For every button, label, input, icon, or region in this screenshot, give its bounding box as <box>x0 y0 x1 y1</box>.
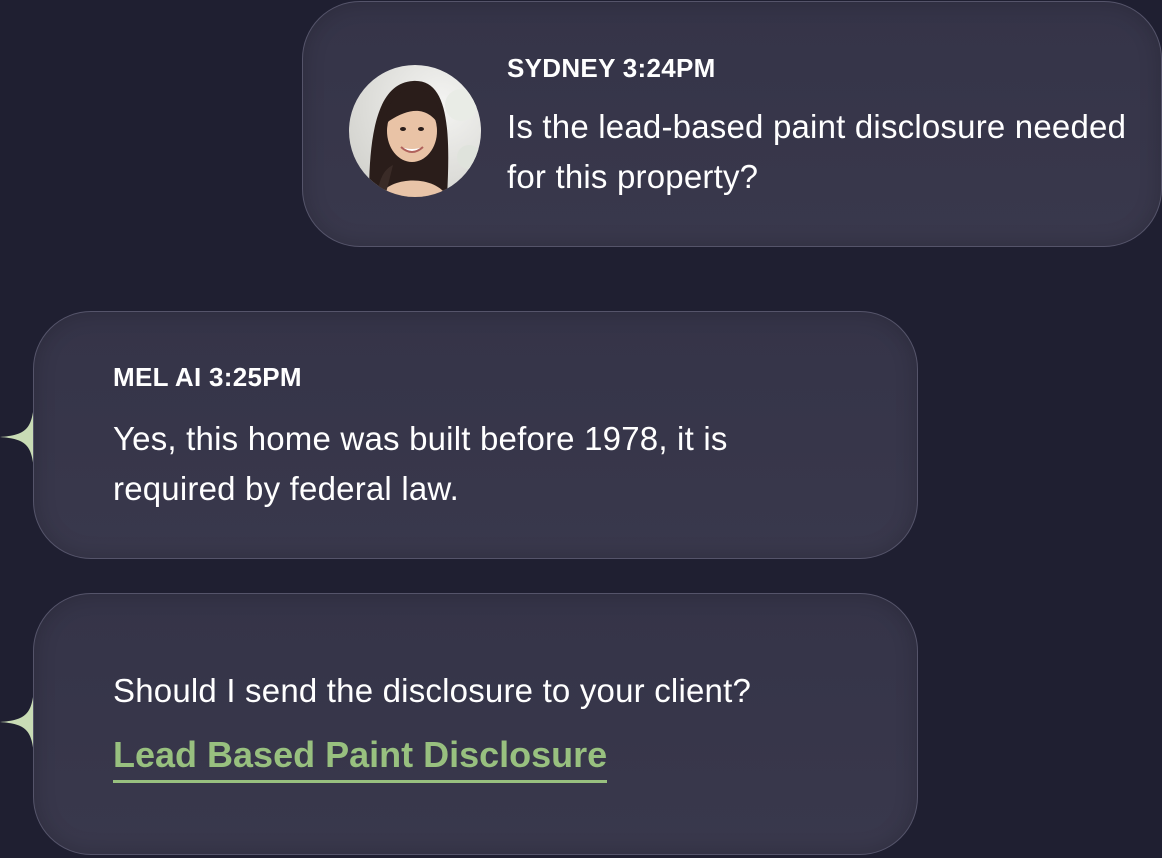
message-text-mel-ai: Yes, this home was built before 1978, it… <box>113 420 728 507</box>
message-text-sydney: Is the lead-based paint disclosure neede… <box>507 108 1127 195</box>
user-avatar <box>349 65 481 197</box>
user-message-bubble: SYDNEY 3:24PM Is the lead-based paint di… <box>302 1 1162 247</box>
ai-followup-bubble: Should I send the disclosure to your cli… <box>33 593 918 855</box>
ai-message-bubble: MEL AI 3:25PM Yes, this home was built b… <box>33 311 918 559</box>
disclosure-document-link[interactable]: Lead Based Paint Disclosure <box>113 734 608 783</box>
message-meta-mel-ai: MEL AI 3:25PM <box>113 362 302 392</box>
message-text-followup: Should I send the disclosure to your cli… <box>113 672 752 709</box>
message-meta-sydney: SYDNEY 3:24PM <box>507 53 716 83</box>
user-photo-avatar <box>349 65 481 197</box>
